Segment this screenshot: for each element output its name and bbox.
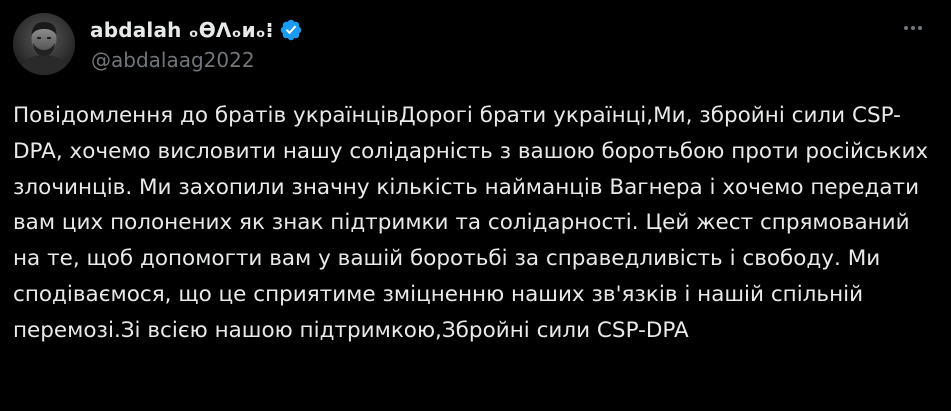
tweet: abdalah ₒϴᐱₒᴎₒ⁝ @abdalaag2022 Повідомлен…	[0, 0, 951, 411]
author-avatar[interactable]	[13, 13, 75, 75]
more-horizontal-icon	[904, 26, 922, 30]
avatar-photo-icon	[13, 13, 75, 75]
author-display-name[interactable]: abdalah ₒϴᐱₒᴎₒ⁝	[90, 18, 274, 42]
author-handle[interactable]: @abdalaag2022	[91, 48, 255, 72]
author-name-row[interactable]: abdalah ₒϴᐱₒᴎₒ⁝	[90, 15, 303, 45]
tweet-text: Повідомлення до братів українцівДорогі б…	[13, 103, 929, 343]
verified-badge-icon[interactable]	[279, 18, 303, 42]
more-options-button[interactable]	[898, 16, 928, 40]
